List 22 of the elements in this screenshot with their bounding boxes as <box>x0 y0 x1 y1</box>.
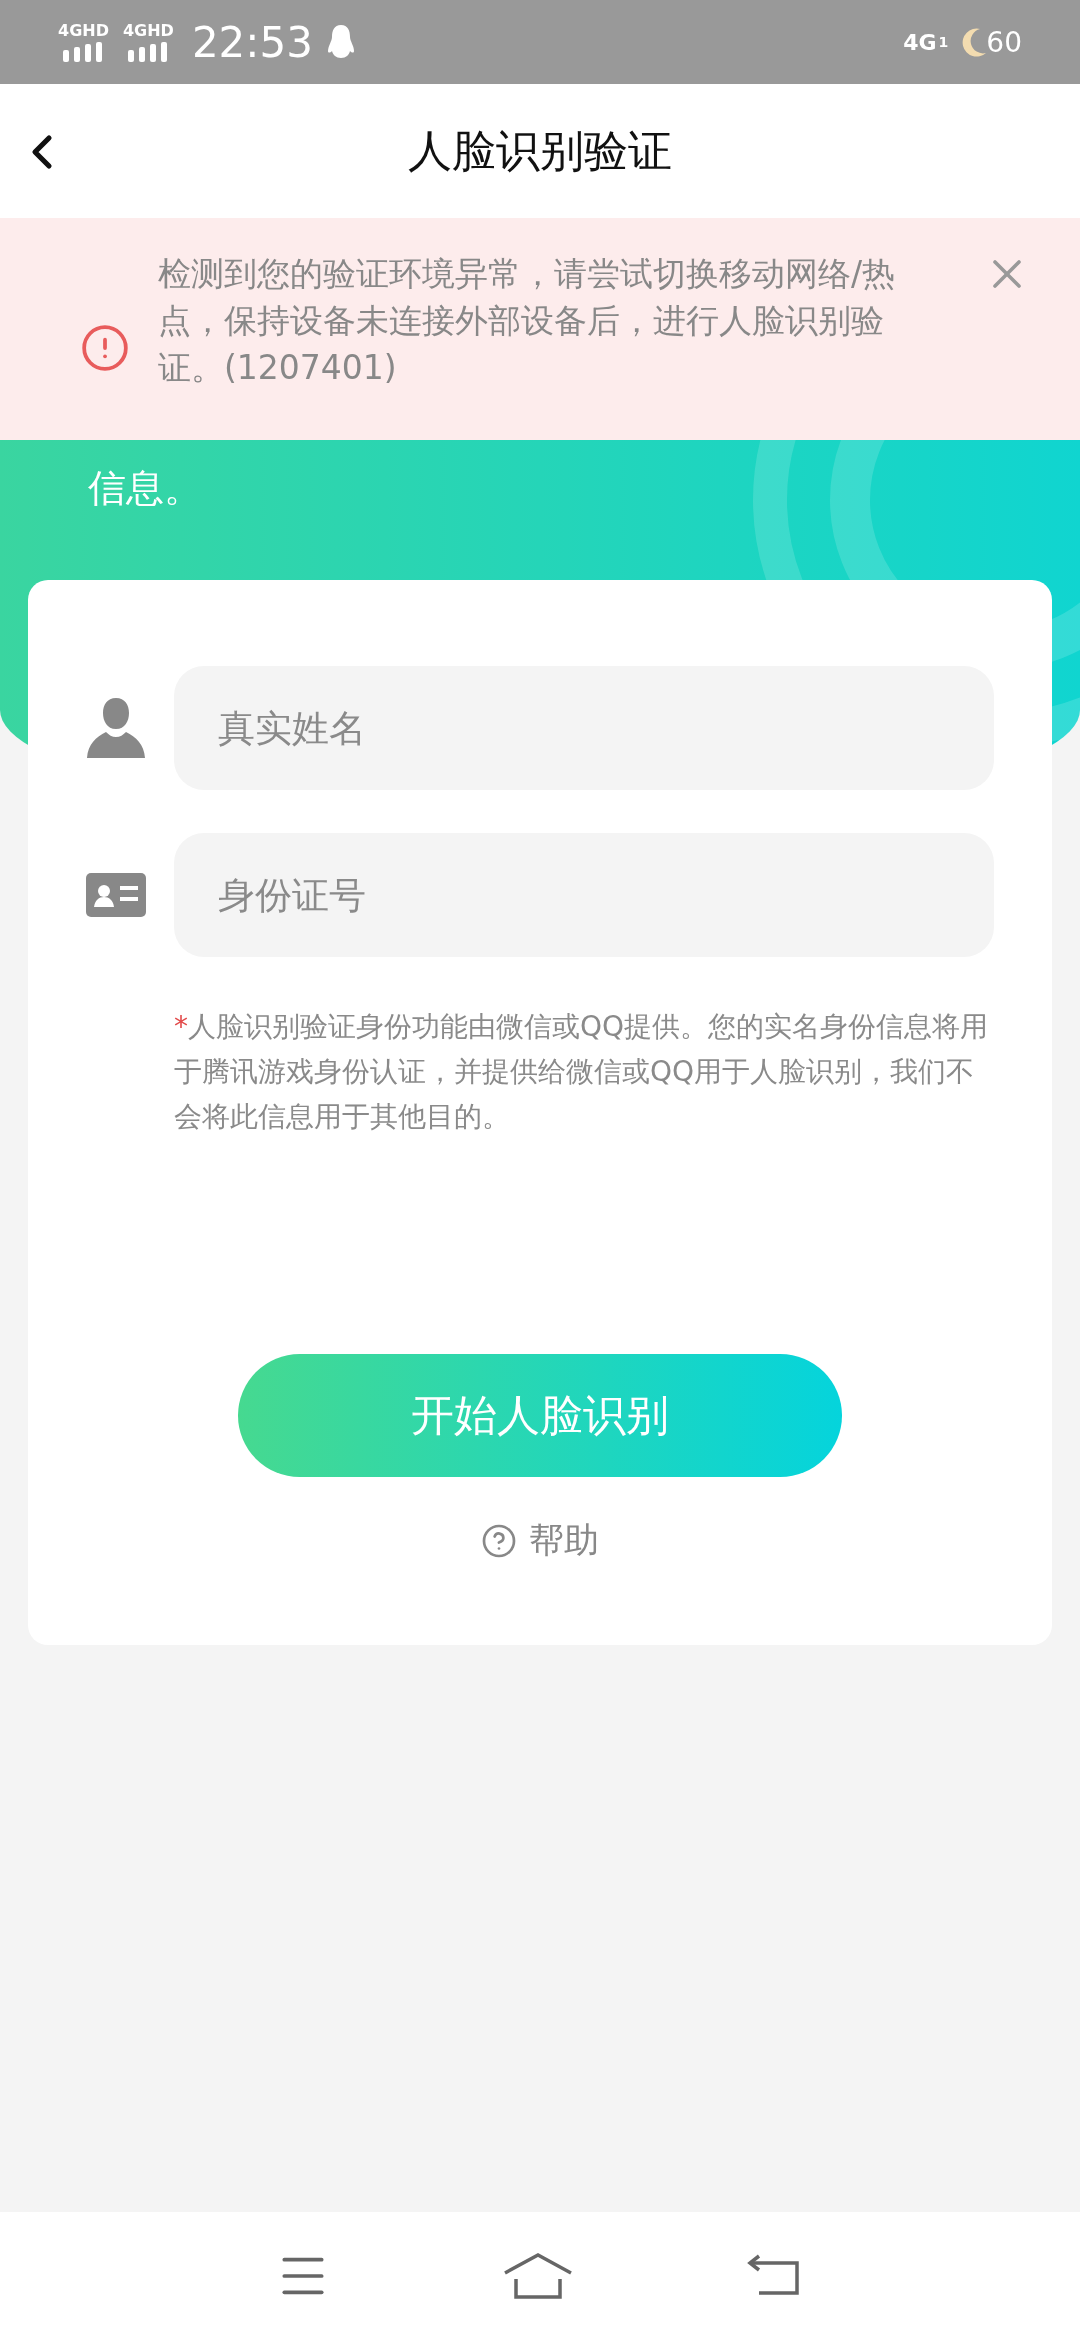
page-title: 人脸识别验证 <box>408 123 672 178</box>
signal-label: 4GHD <box>58 22 109 40</box>
status-time: 22:53 <box>191 17 313 67</box>
penguin-icon <box>326 24 355 60</box>
start-button[interactable]: 开始人脸识别 <box>238 1354 842 1477</box>
signal-icon <box>63 42 104 62</box>
signal-label: 4GHD <box>122 22 174 40</box>
sim-label: 1 <box>938 34 949 50</box>
person-icon <box>86 696 146 760</box>
signal-icon <box>128 42 169 62</box>
battery-level: 60 <box>986 25 1022 59</box>
home-icon <box>502 2251 574 2301</box>
privacy-note: *人脸识别验证身份功能由微信或QQ提供。您的实名身份信息将用于腾讯游戏身份认证，并提供给微信或QQ用于人脸识别，我们不会将此信息用于其他目的。 <box>174 1009 990 1135</box>
help-link[interactable]: 帮助 <box>473 1509 607 1572</box>
id-card-icon <box>86 873 146 917</box>
intro-text: 信息。 <box>88 465 202 512</box>
help-icon <box>481 1522 517 1559</box>
alert-icon <box>80 323 130 373</box>
alert-message: 检测到您的验证环境异常，请尝试切换移动网络/热点，保持设备未连接外部设备后，进行人脸识别验证。(1207401) <box>158 253 897 389</box>
input-field[interactable]: 真实姓名 <box>174 666 994 790</box>
input-field[interactable]: 身份证号 <box>174 833 994 957</box>
network-label: 4G <box>903 29 937 55</box>
